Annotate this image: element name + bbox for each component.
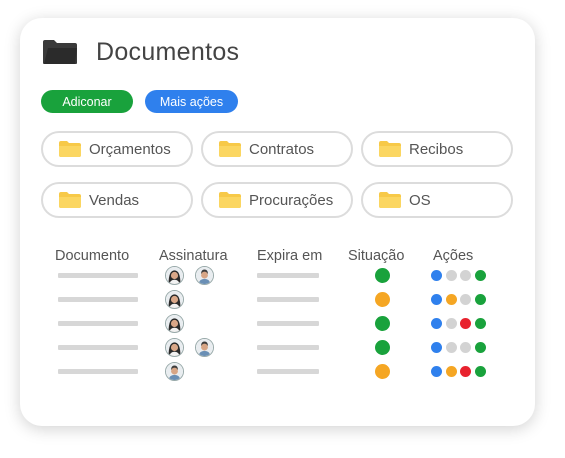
table-row[interactable] (0, 266, 565, 286)
avatar (165, 338, 184, 357)
table-row[interactable] (0, 290, 565, 310)
folder-chip[interactable]: Contratos (201, 131, 353, 167)
header: Documentos (42, 36, 239, 68)
column-header-document[interactable]: Documento (55, 248, 129, 264)
folder-label: Vendas (89, 191, 140, 209)
status-indicator (375, 268, 390, 283)
action-dot[interactable] (445, 366, 457, 377)
avatar (195, 338, 214, 357)
more-actions-button[interactable]: Mais ações (145, 90, 238, 113)
action-dot[interactable] (431, 270, 442, 281)
folder-label: Procurações (249, 191, 334, 209)
expiry-date-placeholder (257, 321, 319, 326)
folder-label: OS (409, 191, 431, 209)
table-row[interactable] (0, 362, 565, 382)
folder-icon (59, 192, 81, 208)
folder-chip[interactable]: Procurações (201, 182, 353, 218)
status-indicator (375, 316, 390, 331)
folder-icon (43, 40, 77, 64)
action-dot[interactable] (431, 318, 442, 329)
folder-chip[interactable]: Vendas (41, 182, 193, 218)
avatar (195, 266, 214, 285)
action-dot[interactable] (474, 366, 486, 377)
avatar (165, 290, 184, 309)
document-name-placeholder (58, 369, 138, 374)
action-dot[interactable] (474, 318, 486, 329)
action-dot[interactable] (431, 294, 442, 305)
table-row[interactable] (0, 338, 565, 358)
folder-icon (379, 192, 401, 208)
action-dot[interactable] (460, 294, 471, 305)
expiry-date-placeholder (257, 273, 319, 278)
action-dot[interactable] (445, 294, 457, 305)
document-name-placeholder (58, 273, 138, 278)
column-header-expires[interactable]: Expira em (257, 248, 322, 264)
action-dot[interactable] (445, 318, 457, 329)
action-dot[interactable] (460, 270, 471, 281)
status-indicator (375, 292, 390, 307)
document-name-placeholder (58, 345, 138, 350)
folder-icon (219, 141, 241, 157)
avatar (165, 362, 184, 381)
add-button[interactable]: Adiconar (41, 90, 133, 113)
folder-label: Recibos (409, 140, 464, 158)
folder-label: Orçamentos (89, 140, 171, 158)
folder-chip[interactable]: Orçamentos (41, 131, 193, 167)
action-dot[interactable] (460, 366, 471, 377)
page-title: Documentos (96, 37, 240, 66)
action-dot[interactable] (445, 270, 457, 281)
avatar (165, 266, 184, 285)
folder-icon (379, 141, 401, 157)
expiry-date-placeholder (257, 297, 319, 302)
action-dot[interactable] (445, 342, 457, 353)
table-row[interactable] (0, 314, 565, 334)
folder-icon (219, 192, 241, 208)
action-dot[interactable] (474, 342, 486, 353)
action-dot[interactable] (460, 342, 471, 353)
column-header-signature[interactable]: Assinatura (159, 248, 228, 264)
action-dot[interactable] (474, 294, 486, 305)
column-header-status[interactable]: Situação (348, 248, 404, 264)
status-indicator (375, 340, 390, 355)
action-dot[interactable] (474, 270, 486, 281)
status-indicator (375, 364, 390, 379)
action-dot[interactable] (460, 318, 471, 329)
document-name-placeholder (58, 297, 138, 302)
folder-icon (59, 141, 81, 157)
avatar (165, 314, 184, 333)
expiry-date-placeholder (257, 345, 319, 350)
action-dot[interactable] (431, 342, 442, 353)
action-dot[interactable] (431, 366, 442, 377)
document-name-placeholder (58, 321, 138, 326)
expiry-date-placeholder (257, 369, 319, 374)
folder-label: Contratos (249, 140, 315, 158)
folder-chip[interactable]: Recibos (361, 131, 513, 167)
column-header-actions[interactable]: Ações (433, 248, 473, 264)
folder-chip[interactable]: OS (361, 182, 513, 218)
